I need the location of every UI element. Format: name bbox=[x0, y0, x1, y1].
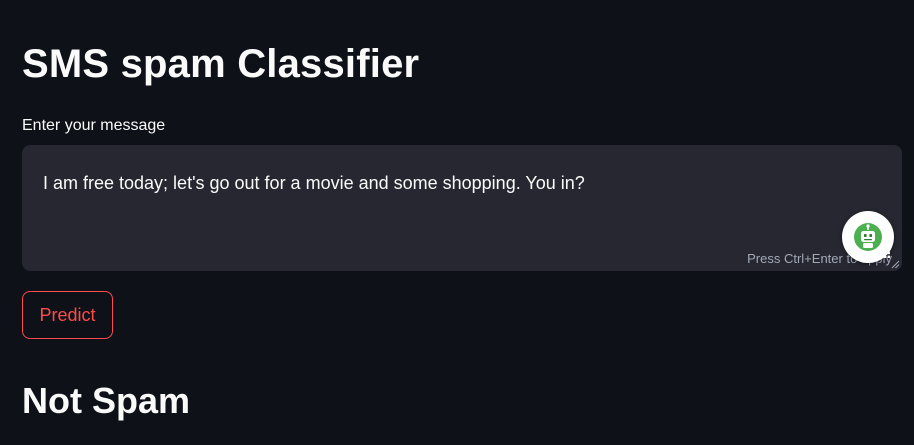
message-field-label: Enter your message bbox=[22, 117, 166, 134]
page-title: SMS spam Classifier bbox=[22, 42, 420, 86]
prediction-result: Not Spam bbox=[22, 380, 191, 421]
message-textarea[interactable]: I am free today; let's go out for a movi… bbox=[22, 145, 902, 271]
resize-handle-icon[interactable] bbox=[891, 260, 900, 269]
grid-icon bbox=[880, 248, 890, 258]
predict-button[interactable]: Predict bbox=[22, 291, 113, 339]
app-page: SMS spam Classifier Enter your message I… bbox=[0, 0, 914, 445]
message-text-value[interactable]: I am free today; let's go out for a movi… bbox=[43, 171, 585, 195]
